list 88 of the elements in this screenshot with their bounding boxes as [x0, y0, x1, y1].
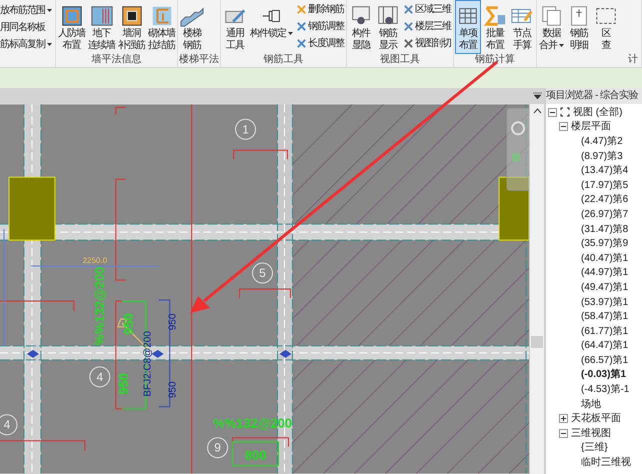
scroll-up-icon[interactable]: [532, 108, 542, 114]
ribbon-group-title: 墙平法信息: [90, 54, 142, 66]
panel-title: 项目浏览器 - 综合实验: [546, 88, 638, 103]
ribbon-button[interactable]: 人防墙 布置: [57, 0, 86, 54]
tree-item[interactable]: (40.47)第1: [581, 252, 628, 265]
tree-item[interactable]: (8.97)第3: [581, 150, 623, 163]
tree-item[interactable]: (4.47)第2: [581, 134, 623, 148]
ribbon-group-title: 视图工具: [379, 54, 421, 66]
ribbon-button[interactable]: 区 查: [593, 0, 619, 54]
tree-item[interactable]: (31.47)第8: [581, 222, 628, 236]
tree-item[interactable]: (13.47)第4: [581, 164, 628, 178]
tree-item[interactable]: (26.97)第7: [581, 208, 628, 221]
tree-item[interactable]: 临时三维视: [581, 456, 631, 470]
tree-item[interactable]: (61.77)第1: [581, 324, 628, 338]
scroll-thumb[interactable]: [531, 336, 544, 348]
collapse-icon[interactable]: [559, 428, 568, 438]
tree-item[interactable]: (22.47)第6: [581, 193, 628, 206]
caret-icon: [559, 44, 564, 47]
ribbon-button[interactable]: 钢筋 明细: [566, 0, 592, 54]
temporary-dimension: 2250.0: [82, 256, 108, 266]
tree-item[interactable]: (66.57)第1: [581, 354, 628, 367]
tree-item[interactable]: 场地: [581, 398, 601, 411]
ribbon-button[interactable]: 钢筋 显示: [375, 0, 401, 54]
sum-icon: [483, 4, 507, 28]
tree-item[interactable]: {三维}: [581, 441, 608, 454]
documents-icon: [540, 4, 564, 28]
rebar-label: 950: [120, 313, 136, 335]
ribbon-small-button[interactable]: 楼层三维: [402, 18, 452, 35]
tree-item[interactable]: (-4.53)第-1: [581, 383, 630, 396]
tree-item[interactable]: (35.97)第9: [581, 237, 628, 250]
caret-icon: [288, 32, 293, 35]
ribbon-button[interactable]: 墙洞 补强筋: [117, 0, 146, 54]
ribbon-small-button[interactable]: 区域三维: [402, 1, 452, 18]
grid-bubble: 4: [0, 414, 18, 436]
cross-icon: [296, 4, 307, 15]
ribbon-button[interactable]: 批量 布置: [482, 0, 508, 54]
grid-bubble: 9: [207, 437, 228, 458]
opening-icon: [120, 4, 144, 28]
ribbon-small-button[interactable]: 钢筋调整: [295, 18, 345, 35]
ribbon-button[interactable]: 数据 合并: [538, 0, 565, 54]
ribbon-small-button[interactable]: 删除钢筋: [295, 1, 345, 18]
expand-icon[interactable]: [559, 414, 568, 424]
frame-icon: [60, 4, 84, 28]
ribbon-group-title: 楼梯平法: [179, 54, 219, 66]
dimension-text: 950: [168, 382, 179, 398]
rebar-label: 800: [244, 448, 266, 463]
tree-item[interactable]: 视图 (全部): [573, 106, 622, 119]
ribbon-group-title: 钢筋工具: [262, 54, 304, 66]
collapse-icon[interactable]: [559, 122, 568, 132]
caret-icon: [47, 8, 52, 12]
rebar-label: 950: [116, 373, 131, 395]
tree-item[interactable]: (17.97)第5: [581, 178, 628, 192]
ribbon-small-button[interactable]: 视图剖切: [402, 35, 452, 52]
ribbon-group-title: 钢筋计算: [474, 54, 516, 66]
vertical-scrollbar[interactable]: [529, 104, 544, 474]
tree-item[interactable]: 楼层平面: [571, 120, 611, 134]
ribbon-menu-item[interactable]: 放布筋范围: [0, 2, 52, 19]
ribbon-button[interactable]: 节点 手算: [509, 0, 535, 54]
tree-item[interactable]: (64.47)第1: [581, 339, 628, 352]
tree-item[interactable]: 天花板平面: [571, 412, 621, 426]
grid-bubble: 5: [252, 262, 273, 284]
tree-item[interactable]: (-0.03)第1: [581, 368, 626, 382]
ribbon-button[interactable]: 楼梯 钢筋: [179, 0, 205, 54]
tree-item[interactable]: (44.97)第1: [581, 266, 628, 280]
dimension-text: 950: [168, 314, 179, 330]
ribbon-button[interactable]: 地下 连续墙: [87, 0, 116, 54]
wall-icon: [90, 4, 114, 28]
tree-item[interactable]: (58.47)第1: [581, 310, 628, 324]
ribbon-button[interactable]: 构件 显隐: [348, 0, 374, 54]
ribbon-button[interactable]: 砌体墙 拉结筋: [147, 0, 176, 54]
ribbon-button[interactable]: 构件锁定: [249, 0, 294, 54]
ribbon-button[interactable]: 单项 布置: [455, 0, 481, 54]
tree-item[interactable]: (49.47)第1: [581, 280, 628, 294]
grid-bubble: 1: [235, 118, 256, 140]
dropdown-icon[interactable]: [533, 92, 542, 100]
ribbon-menu-item[interactable]: 用同名称板: [0, 19, 52, 36]
ribbon-small-button[interactable]: 长度调整: [295, 35, 345, 52]
rebar-label: %%132@200: [92, 266, 107, 346]
tree-item[interactable]: 三维视图: [571, 426, 611, 440]
ribbon-button[interactable]: 通用 工具: [222, 0, 248, 54]
collapse-icon[interactable]: [548, 108, 557, 117]
view-icon: [560, 107, 570, 118]
caret-icon: [47, 42, 52, 46]
dimension-text: BFJ2:C8@200: [142, 331, 154, 397]
tree-item[interactable]: (53.97)第1: [581, 296, 628, 309]
ribbon-group-title: 计: [627, 54, 639, 66]
ribbon-menu-item[interactable]: 筋标高复制: [0, 36, 52, 53]
grid-bubble: 4: [89, 366, 110, 388]
